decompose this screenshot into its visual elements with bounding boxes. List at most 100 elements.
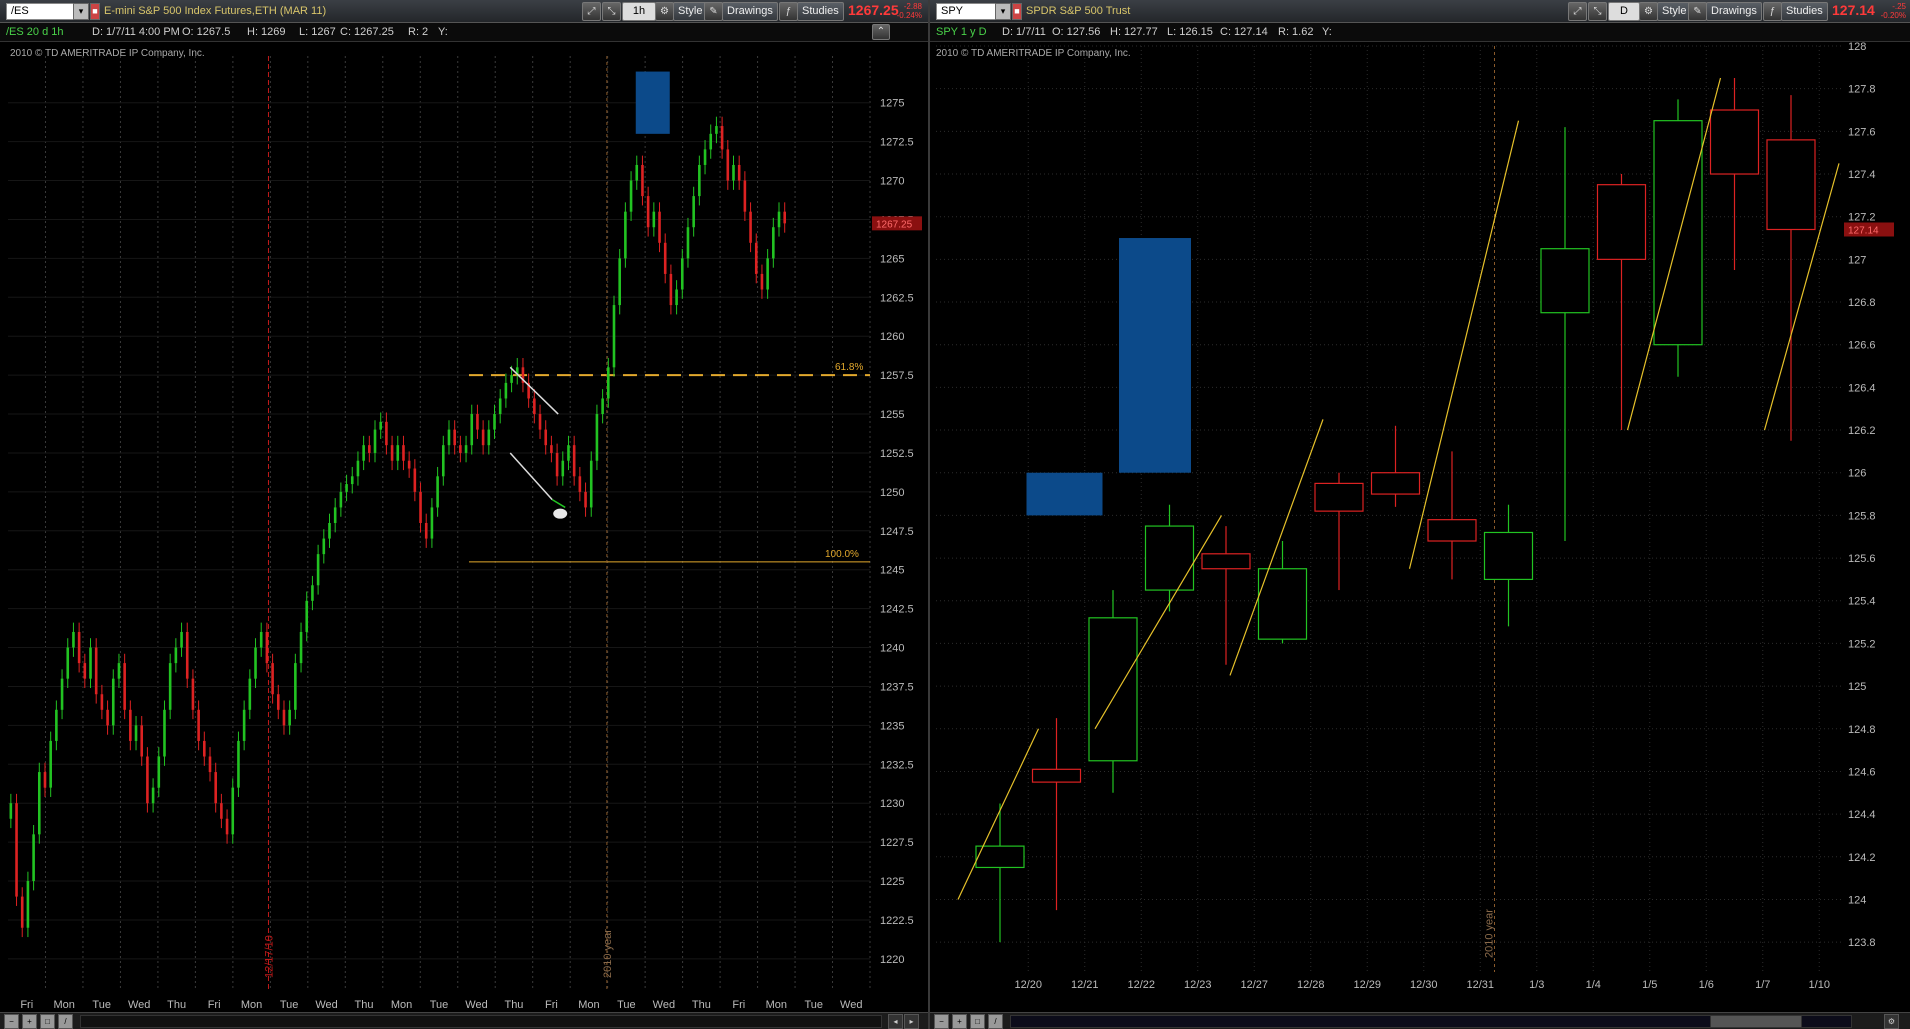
candle-body xyxy=(72,631,75,648)
settings-icon[interactable]: ⚙ xyxy=(1884,1014,1899,1029)
y-tick-label: 1257.5 xyxy=(880,370,914,382)
zoom-out-icon[interactable]: − xyxy=(4,1014,19,1029)
y-tick-label: 1237.5 xyxy=(880,681,914,693)
price-marker-box xyxy=(872,216,922,231)
trend-line xyxy=(1763,163,1840,431)
y-tick-label: 1260 xyxy=(880,331,904,343)
spy-symbol-input[interactable]: SPY xyxy=(936,3,996,20)
symbol-lookup-button[interactable]: ▾ xyxy=(995,3,1011,20)
spy-chart-panel[interactable]: SPY ▾ ■ SPDR S&P 500 Trust ⤢ ⤡ D ⚙ Style… xyxy=(930,0,1910,1029)
spy-price-chart[interactable]: 128 127.8 127.6 127.4 127.2 127 126.8 126.6 126.… xyxy=(930,0,1910,1029)
es-studies-button[interactable]: Studies xyxy=(797,2,844,21)
pencil-icon[interactable]: / xyxy=(58,1014,73,1029)
x-tick-label: 12/21 xyxy=(1071,979,1099,991)
candle-body xyxy=(629,180,633,212)
es-drawings-button[interactable]: Drawings xyxy=(722,2,778,21)
spy-drawings-button[interactable]: Drawings xyxy=(1706,2,1762,21)
candle-body xyxy=(1766,139,1816,231)
candle-body xyxy=(333,507,337,523)
zoom-in-icon[interactable]: + xyxy=(952,1014,967,1029)
collapse-icon[interactable]: ⌃ xyxy=(872,24,890,40)
candle-body xyxy=(703,149,707,165)
shrink-icon[interactable]: ⤡ xyxy=(602,2,621,21)
spy-description: SPDR S&P 500 Trust xyxy=(1026,5,1131,17)
expand-icon[interactable]: ⤢ xyxy=(582,2,601,21)
zoom-out-icon[interactable]: − xyxy=(934,1014,949,1029)
es-price-chart[interactable]: Fri Mon Tue Wed Thu Fri Mon Tue Wed Thu Mon Tue Wed T… xyxy=(0,0,928,1029)
studies-icon[interactable]: ƒ xyxy=(779,2,798,21)
y-tick-label: 1232.5 xyxy=(880,759,914,771)
candle-body xyxy=(1370,472,1421,495)
symbol-lookup-button[interactable]: ▾ xyxy=(73,3,89,20)
candle-body xyxy=(544,429,548,446)
style-icon[interactable]: ⚙ xyxy=(655,2,674,21)
candle-body xyxy=(754,242,758,274)
candle-body xyxy=(470,414,474,446)
candle-body xyxy=(413,468,417,492)
candle-body xyxy=(43,772,47,788)
expand-icon[interactable]: ⤢ xyxy=(1568,2,1587,21)
fit-icon[interactable]: □ xyxy=(40,1014,55,1029)
x-tick-label: 12/20 xyxy=(1014,979,1042,991)
zoom-in-icon[interactable]: + xyxy=(22,1014,37,1029)
shrink-icon[interactable]: ⤡ xyxy=(1588,2,1607,21)
candle-body xyxy=(766,258,769,290)
spy-style-button[interactable]: Style xyxy=(1657,2,1692,21)
y-tick-label: 1240 xyxy=(880,643,904,655)
spy-scroll-thumb[interactable] xyxy=(1710,1015,1802,1028)
candle-body xyxy=(515,367,519,376)
x-tick-label: Tue xyxy=(280,999,299,1011)
scroll-right-icon[interactable]: ▸ xyxy=(904,1014,919,1029)
candle-body xyxy=(151,787,155,804)
candle-body xyxy=(692,196,695,228)
y-tick-label: 126.4 xyxy=(1848,382,1876,394)
y-tick-label: 1220 xyxy=(880,954,904,966)
candle-body xyxy=(111,678,115,726)
candle-body xyxy=(424,523,428,539)
candle-body xyxy=(749,211,752,243)
spy-studies-button[interactable]: Studies xyxy=(1781,2,1828,21)
link-icon[interactable]: ■ xyxy=(90,3,100,20)
style-icon[interactable]: ⚙ xyxy=(1639,2,1658,21)
pencil-icon[interactable]: / xyxy=(988,1014,1003,1029)
studies-icon[interactable]: ƒ xyxy=(1763,2,1782,21)
candle-body xyxy=(117,663,121,679)
es-scrollbar[interactable] xyxy=(80,1015,882,1028)
spy-info-range: R: 1.62 xyxy=(1278,26,1314,38)
y-tick-label: 124.8 xyxy=(1848,724,1876,736)
x-tick-label: Wed xyxy=(128,999,150,1011)
es-aggregation-button[interactable]: 1h xyxy=(622,2,656,21)
candle-body xyxy=(15,803,18,897)
candle-body xyxy=(282,709,286,726)
spy-aggregation-button[interactable]: D xyxy=(1608,2,1640,21)
es-toolbar: /ES ▾ ■ E-mini S&P 500 Index Futures,ETH… xyxy=(0,0,928,23)
x-tick-label: 1/6 xyxy=(1699,979,1714,991)
y-tick-label: 126.6 xyxy=(1848,340,1876,352)
candle-body xyxy=(715,126,718,134)
candle-body xyxy=(305,600,309,632)
marker-dot xyxy=(553,508,568,519)
es-chart-panel[interactable]: /ES ▾ ■ E-mini S&P 500 Index Futures,ETH… xyxy=(0,0,928,1029)
candle-body xyxy=(231,787,235,835)
fit-icon[interactable]: □ xyxy=(970,1014,985,1029)
candle-body xyxy=(760,273,764,290)
candle-body xyxy=(658,211,661,243)
candle-body xyxy=(709,133,713,150)
drawings-icon[interactable]: ✎ xyxy=(1688,2,1707,21)
candle-body xyxy=(140,725,144,757)
candle-body xyxy=(430,507,434,539)
channel-line-lower xyxy=(509,452,553,501)
year-marker-label: 2010 year xyxy=(1484,909,1496,958)
scroll-left-icon[interactable]: ◂ xyxy=(888,1014,903,1029)
link-icon[interactable]: ■ xyxy=(1012,3,1022,20)
y-tick-label: 1265 xyxy=(880,253,904,265)
candle-body xyxy=(368,445,371,453)
x-tick-label: 12/22 xyxy=(1127,979,1155,991)
es-info-open: O: 1267.5 xyxy=(182,26,231,38)
y-tick-label: 124.4 xyxy=(1848,809,1876,821)
candle-body xyxy=(1427,519,1477,542)
drawings-icon[interactable]: ✎ xyxy=(704,2,723,21)
x-tick-label: Thu xyxy=(692,999,711,1011)
es-style-button[interactable]: Style xyxy=(673,2,708,21)
es-symbol-input[interactable]: /ES xyxy=(6,3,74,20)
